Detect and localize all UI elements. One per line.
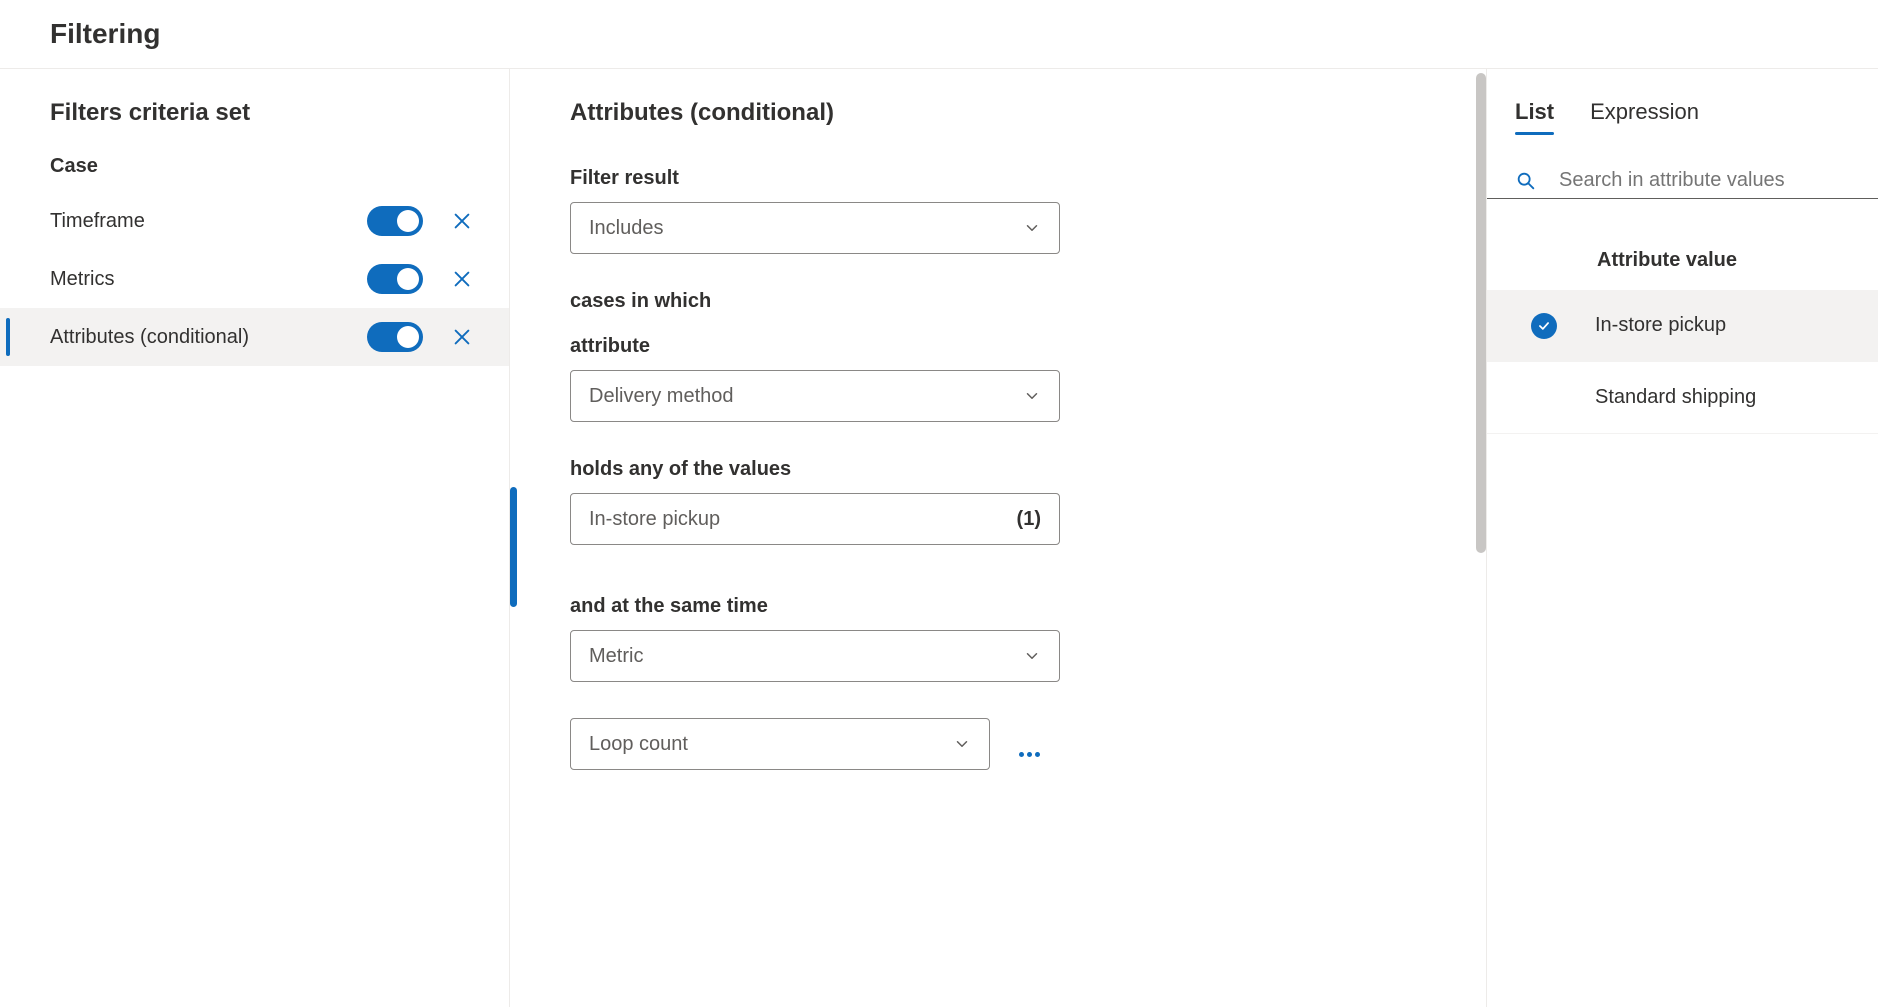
tabs: List Expression xyxy=(1487,99,1878,135)
loop-count-select[interactable]: Loop count xyxy=(570,718,990,770)
values-box[interactable]: In-store pickup (1) xyxy=(570,493,1060,545)
value-row-in-store-pickup[interactable]: In-store pickup xyxy=(1487,290,1878,362)
select-value: Delivery method xyxy=(589,385,734,408)
filter-result-label: Filter result xyxy=(570,167,1442,190)
tab-list[interactable]: List xyxy=(1515,99,1554,135)
filter-label: Metrics xyxy=(50,268,367,291)
check-icon xyxy=(1531,313,1557,339)
attribute-values-panel: List Expression Attribute value In-store… xyxy=(1486,69,1878,1007)
toggle-metrics[interactable] xyxy=(367,264,423,294)
close-icon[interactable] xyxy=(451,268,473,290)
close-icon[interactable] xyxy=(451,326,473,348)
page-title: Filtering xyxy=(0,0,1878,69)
chevron-down-icon xyxy=(1023,647,1041,665)
filters-heading: Filters criteria set xyxy=(0,99,509,155)
detail-heading: Attributes (conditional) xyxy=(570,99,1442,127)
search-input[interactable] xyxy=(1559,169,1850,192)
toggle-timeframe[interactable] xyxy=(367,206,423,236)
select-value: Loop count xyxy=(589,733,688,756)
values-count: (1) xyxy=(1017,508,1041,531)
value-row-standard-shipping[interactable]: Standard shipping xyxy=(1487,362,1878,434)
filter-result-select[interactable]: Includes xyxy=(570,202,1060,254)
filter-row-metrics[interactable]: Metrics xyxy=(0,250,509,308)
search-icon xyxy=(1515,170,1537,192)
cases-in-which-label: cases in which xyxy=(570,290,1442,313)
value-label: Standard shipping xyxy=(1595,386,1756,409)
filter-detail-panel: Attributes (conditional) Filter result I… xyxy=(510,69,1486,1007)
toggle-attributes[interactable] xyxy=(367,322,423,352)
filter-row-attributes[interactable]: Attributes (conditional) xyxy=(0,308,509,366)
metric-select[interactable]: Metric xyxy=(570,630,1060,682)
select-value: Includes xyxy=(589,217,664,240)
more-options-button[interactable] xyxy=(1011,728,1047,780)
chevron-down-icon xyxy=(1023,219,1041,237)
chevron-down-icon xyxy=(1023,387,1041,405)
attribute-select[interactable]: Delivery method xyxy=(570,370,1060,422)
values-text: In-store pickup xyxy=(589,508,720,531)
close-icon[interactable] xyxy=(451,210,473,232)
attribute-value-heading: Attribute value xyxy=(1487,249,1878,290)
select-value: Metric xyxy=(589,645,643,668)
same-time-label: and at the same time xyxy=(570,595,1442,618)
filters-subheading: Case xyxy=(0,155,509,192)
scrollbar[interactable] xyxy=(1476,73,1486,553)
filter-label: Attributes (conditional) xyxy=(50,326,367,349)
filters-panel: Filters criteria set Case Timeframe Metr… xyxy=(0,69,510,1007)
search-row xyxy=(1487,169,1878,199)
tab-expression[interactable]: Expression xyxy=(1590,99,1699,135)
value-label: In-store pickup xyxy=(1595,314,1726,337)
holds-values-label: holds any of the values xyxy=(570,458,1442,481)
attribute-label: attribute xyxy=(570,335,1442,358)
filter-label: Timeframe xyxy=(50,210,367,233)
focus-indicator xyxy=(510,487,517,607)
filter-row-timeframe[interactable]: Timeframe xyxy=(0,192,509,250)
chevron-down-icon xyxy=(953,735,971,753)
